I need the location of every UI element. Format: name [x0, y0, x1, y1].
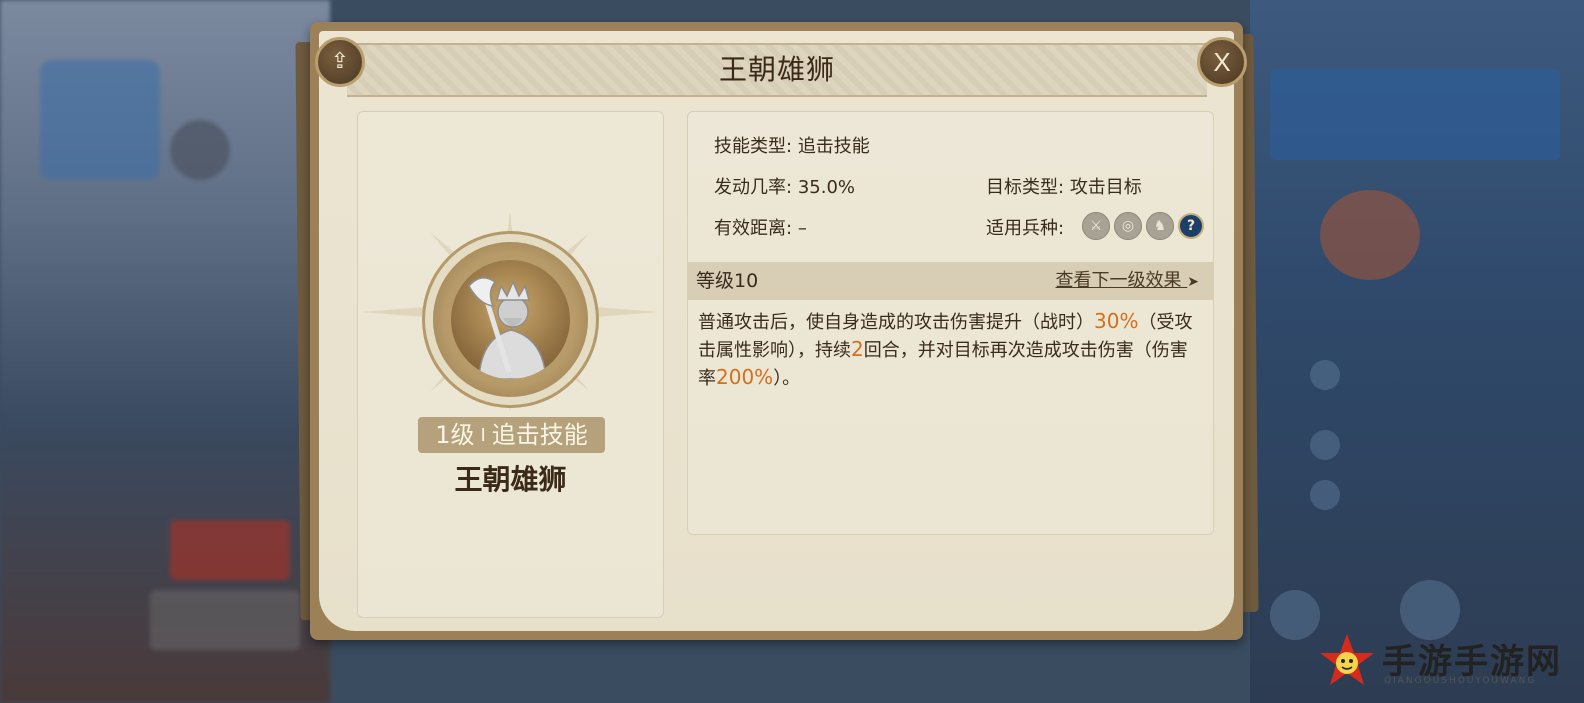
- close-button[interactable]: X: [1197, 37, 1247, 87]
- dialog-title: 王朝雄狮: [718, 53, 835, 86]
- target-type-label: 目标类型:: [986, 177, 1065, 198]
- watermark-logo: [1320, 634, 1374, 685]
- dialog-frame: 王朝雄狮 1级 I 追击技能 王朝雄狮 技能类型: 追击技能 发动几率: 35.…: [310, 22, 1247, 640]
- trigger-rate-label: 发动几率:: [714, 177, 793, 198]
- trigger-rate-row: 发动几率: 35.0%: [714, 173, 855, 199]
- level-label: 等级10: [696, 270, 759, 292]
- cavalry-horse-icon: ♞: [1146, 212, 1174, 240]
- tag-separator: I: [480, 425, 486, 446]
- skill-detail-dialog: 王朝雄狮 1级 I 追击技能 王朝雄狮 技能类型: 追击技能 发动几率: 35.…: [295, 10, 1259, 640]
- bg-dot: [1310, 430, 1340, 460]
- level-bar: 等级10 查看下一级效果 ➤: [688, 262, 1213, 300]
- description-value: 200%: [716, 365, 774, 389]
- next-level-text[interactable]: 查看下一级效果: [1056, 270, 1182, 291]
- skill-portrait-card: 1级 I 追击技能 王朝雄狮: [357, 111, 664, 618]
- infantry-sword-icon: ⚔: [1082, 212, 1110, 240]
- help-icon[interactable]: ?: [1178, 213, 1204, 239]
- bg-blob: [1320, 190, 1420, 280]
- skill-type-label: 技能类型:: [714, 136, 793, 157]
- bg-panel: [1270, 70, 1560, 160]
- arrow-right-icon: ➤: [1187, 274, 1199, 290]
- skill-name: 王朝雄狮: [454, 463, 567, 496]
- skill-type-row: 技能类型: 追击技能: [714, 132, 870, 158]
- range-value: –: [797, 218, 807, 239]
- description-text: 普通攻击后，使自身造成的攻击伤害提升（战时）: [698, 312, 1094, 333]
- bg-dot: [1270, 590, 1320, 640]
- bg-dot: [1310, 360, 1340, 390]
- skill-category: 追击技能: [491, 421, 588, 449]
- skill-info-card: 技能类型: 追击技能 发动几率: 35.0% 目标类型: 攻击目标 有效距离: …: [687, 111, 1214, 535]
- bg-blob: [150, 590, 300, 650]
- next-level-effect-link[interactable]: 查看下一级效果 ➤: [1056, 262, 1199, 301]
- unit-types-label: 适用兵种:: [986, 218, 1065, 239]
- close-icon: X: [1213, 47, 1231, 77]
- skill-type-value: 追击技能: [797, 136, 870, 157]
- dialog-paper: 王朝雄狮 1级 I 追击技能 王朝雄狮 技能类型: 追击技能 发动几率: 35.…: [319, 31, 1234, 631]
- bg-blob: [170, 520, 290, 580]
- skill-emblem: [433, 242, 588, 397]
- skill-level-tag: 1级 I 追击技能: [418, 417, 605, 453]
- share-icon: ⇪: [330, 49, 350, 74]
- warrior-figure: [468, 277, 547, 379]
- unit-type-icons: ⚔ ◎ ♞?: [1082, 212, 1208, 240]
- trigger-rate-value: 35.0%: [797, 177, 855, 198]
- description-value: 2: [851, 337, 864, 361]
- watermark-subtext: QIANGOUSHOUYOUWANG: [1384, 676, 1537, 686]
- site-watermark: 手游手游网 QIANGOUSHOUYOUWANG: [1318, 632, 1568, 692]
- range-label: 有效距离:: [714, 218, 793, 239]
- bg-dot: [1400, 580, 1460, 640]
- share-button[interactable]: ⇪: [315, 37, 365, 87]
- description-text: ）。: [773, 368, 801, 389]
- background-left: [0, 0, 330, 703]
- bg-blob: [170, 120, 230, 180]
- bg-dot: [1310, 480, 1340, 510]
- bg-blob: [40, 60, 160, 180]
- background-right: [1250, 0, 1584, 703]
- description-value: 30%: [1094, 309, 1139, 333]
- target-type-value: 攻击目标: [1069, 177, 1142, 198]
- skill-description: 普通攻击后，使自身造成的攻击伤害提升（战时）30%（受攻击属性影响），持续2回合…: [698, 308, 1203, 392]
- title-bar: 王朝雄狮: [347, 43, 1207, 97]
- range-row: 有效距离: –: [714, 214, 807, 240]
- archer-target-icon: ◎: [1114, 212, 1142, 240]
- skill-level: 1级: [435, 421, 475, 449]
- target-type-row: 目标类型: 攻击目标: [986, 173, 1142, 199]
- armored-axe-warrior-icon: [451, 260, 570, 379]
